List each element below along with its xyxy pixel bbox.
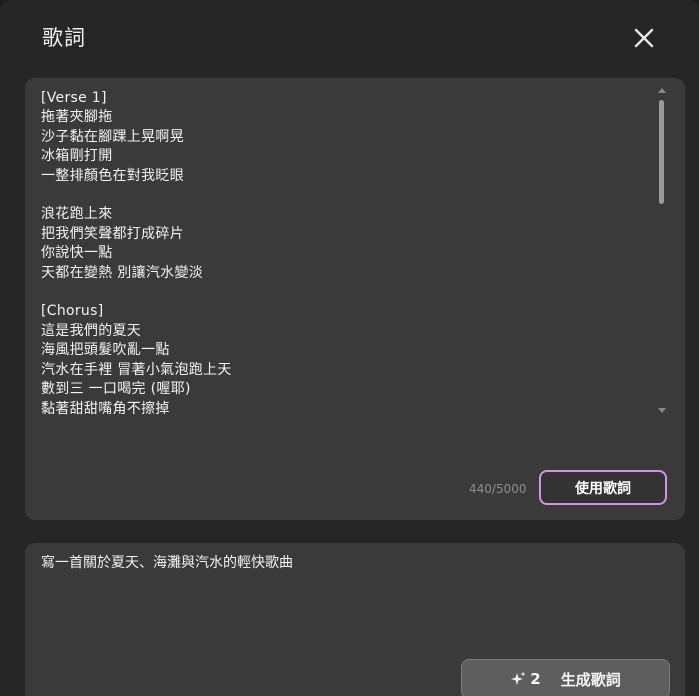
scroll-up-arrow-icon[interactable] xyxy=(658,88,666,93)
dialog-title: 歌詞 xyxy=(42,26,86,50)
generate-lyrics-button[interactable]: 2 生成歌詞 xyxy=(461,659,670,696)
prompt-card: 寫一首關於夏天、海灘與汽水的輕快歌曲 2 生成歌詞 xyxy=(25,543,685,696)
scrollbar-thumb[interactable] xyxy=(659,100,664,204)
use-lyrics-button[interactable]: 使用歌詞 xyxy=(539,470,667,505)
lyrics-textarea[interactable]: [Verse 1] 拖著夾腳拖 沙子黏在腳踝上晃啊晃 冰箱剛打開 一整排顏色在對… xyxy=(41,89,656,421)
prompt-input[interactable]: 寫一首關於夏天、海灘與汽水的輕快歌曲 xyxy=(41,553,661,573)
lyrics-scrollbar[interactable] xyxy=(657,88,667,420)
generate-label: 生成歌詞 xyxy=(560,670,621,689)
lyrics-card: [Verse 1] 拖著夾腳拖 沙子黏在腳踝上晃啊晃 冰箱剛打開 一整排顏色在對… xyxy=(25,78,685,520)
generate-credits: 2 xyxy=(530,670,541,688)
close-button[interactable] xyxy=(628,22,660,54)
lyrics-dialog: 歌詞 [Verse 1] 拖著夾腳拖 沙子黏在腳踝上晃啊晃 冰箱剛打開 一整排顏… xyxy=(0,0,699,696)
scroll-down-arrow-icon[interactable] xyxy=(658,408,666,413)
character-count: 440/5000 xyxy=(469,482,527,496)
dialog-header: 歌詞 xyxy=(0,0,699,74)
close-icon xyxy=(634,28,654,48)
sparkle-icon xyxy=(510,671,526,687)
